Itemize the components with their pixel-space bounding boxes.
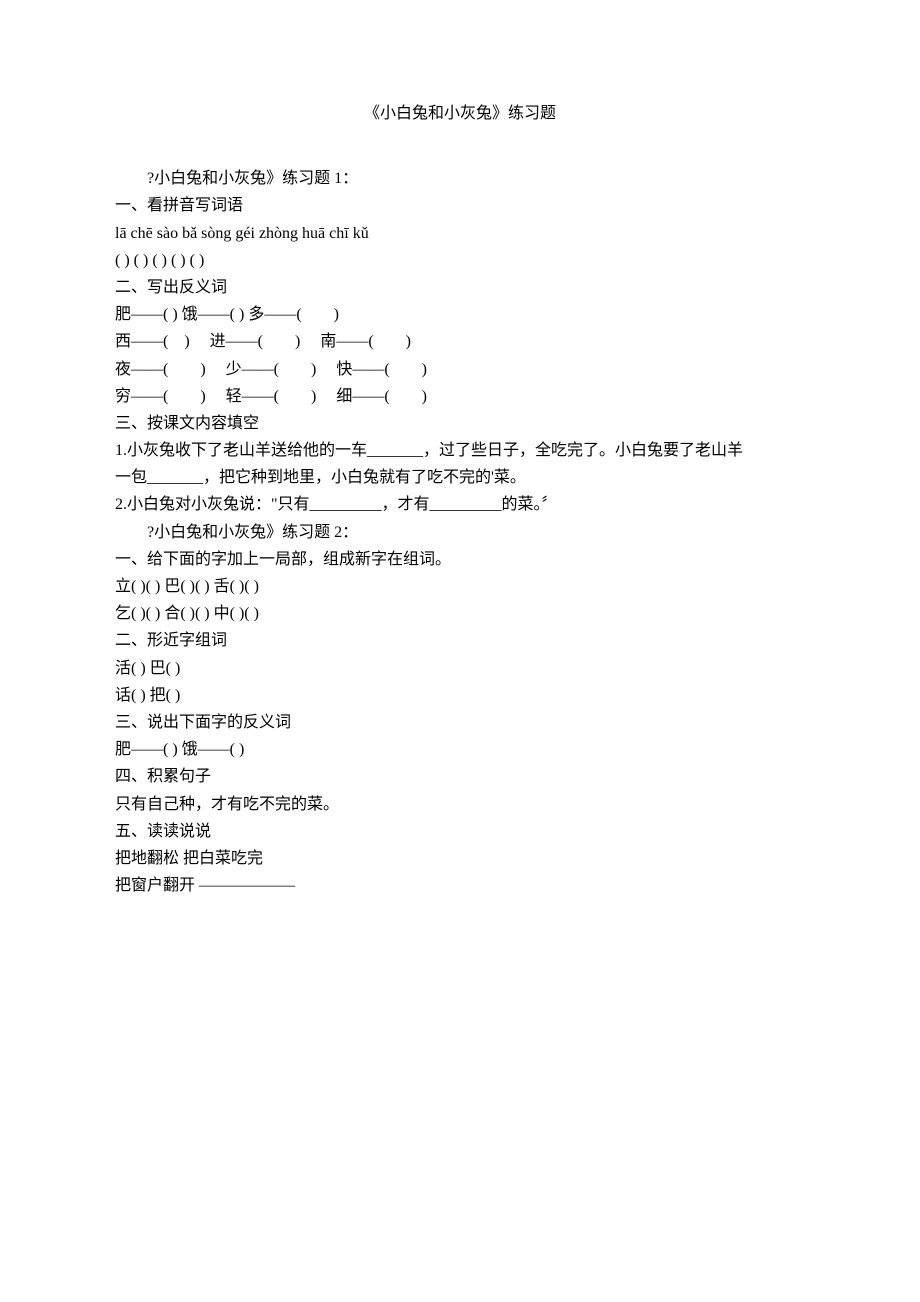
- body-line: ?小白兔和小灰兔》练习题 1：: [115, 165, 805, 192]
- body-line: lā chē sào bǎ sòng géi zhòng huā chī kǔ: [115, 220, 805, 247]
- body-line: 二、写出反义词: [115, 274, 805, 301]
- body-line: 五、读读说说: [115, 818, 805, 845]
- body-line: 一、给下面的字加上一局部，组成新字在组词。: [115, 546, 805, 573]
- body-line: 一包_______，把它种到地里，小白兔就有了吃不完的'菜。: [115, 464, 805, 491]
- body-line: 把地翻松 把白菜吃完: [115, 845, 805, 872]
- body-line: 三、按课文内容填空: [115, 410, 805, 437]
- body-line: 立( )( ) 巴( )( ) 舌( )( ): [115, 573, 805, 600]
- body-line: 穷——( ) 轻——( ) 细——( ): [115, 383, 805, 410]
- body-line: 四、积累句子: [115, 763, 805, 790]
- body-line: 2.小白兔对小灰兔说："只有_________，才有_________的菜。〞: [115, 491, 805, 518]
- body-line: 肥——( ) 饿——( ) 多——( ): [115, 301, 805, 328]
- body-line: 1.小灰兔收下了老山羊送给他的一车_______，过了些日子，全吃完了。小白兔要…: [115, 437, 805, 464]
- body-line: 活( ) 巴( ): [115, 655, 805, 682]
- body-line: 夜——( ) 少——( ) 快——( ): [115, 356, 805, 383]
- body-line: 乞( )( ) 合( )( ) 中( )( ): [115, 600, 805, 627]
- body-line: 二、形近字组词: [115, 627, 805, 654]
- body-line: 只有自己种，才有吃不完的菜。: [115, 791, 805, 818]
- body-line: 三、说出下面字的反义词: [115, 709, 805, 736]
- body-line: 西——( ) 进——( ) 南——( ): [115, 328, 805, 355]
- document-title: 《小白兔和小灰兔》练习题: [115, 100, 805, 127]
- body-line: 肥——( ) 饿——( ): [115, 736, 805, 763]
- document-page: 《小白兔和小灰兔》练习题 ?小白兔和小灰兔》练习题 1：一、看拼音写词语lā c…: [0, 0, 920, 1302]
- body-line: ?小白兔和小灰兔》练习题 2：: [115, 519, 805, 546]
- body-line: 话( ) 把( ): [115, 682, 805, 709]
- document-body: ?小白兔和小灰兔》练习题 1：一、看拼音写词语lā chē sào bǎ sòn…: [115, 165, 805, 899]
- body-line: ( ) ( ) ( ) ( ) ( ): [115, 247, 805, 274]
- body-line: 把窗户翻开 ——————: [115, 872, 805, 899]
- body-line: 一、看拼音写词语: [115, 192, 805, 219]
